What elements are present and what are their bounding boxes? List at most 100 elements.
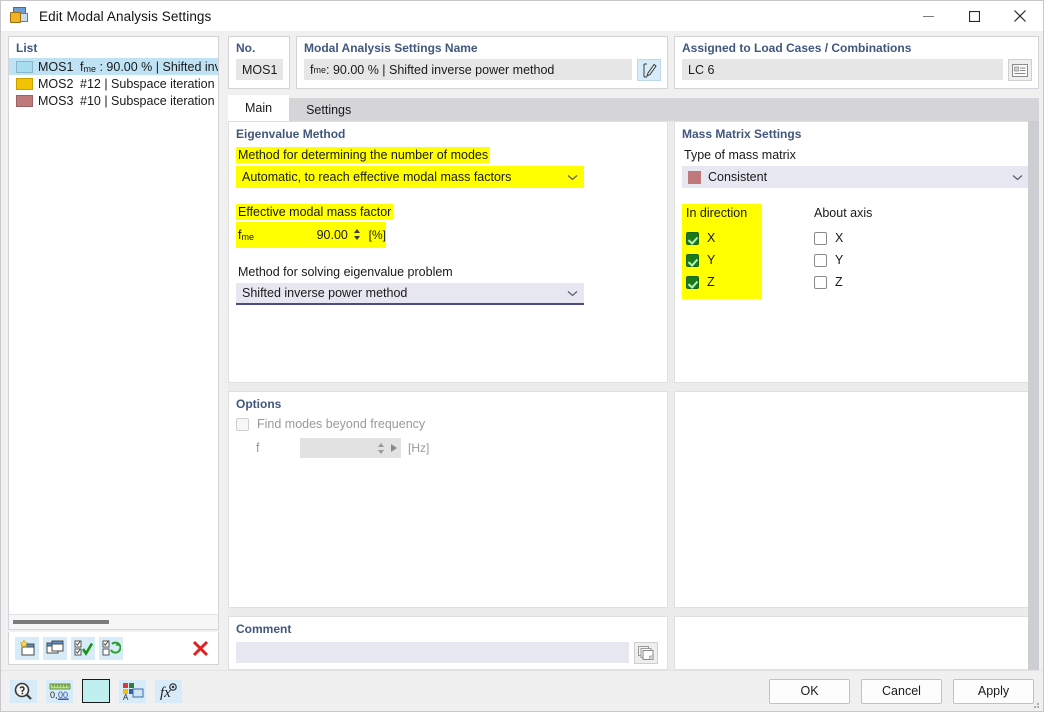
modal-analysis-icon bbox=[10, 6, 32, 26]
axis-z-checkbox[interactable] bbox=[814, 276, 827, 289]
formula-icon[interactable]: fx bbox=[155, 680, 182, 703]
axis-z-row[interactable]: Z bbox=[814, 271, 926, 293]
chevron-down-icon bbox=[1012, 170, 1023, 184]
maximize-icon[interactable] bbox=[951, 1, 997, 32]
comment-input[interactable] bbox=[236, 642, 629, 663]
left-column: List MOS1 fme : 90.00 % | Shifted inver … bbox=[1, 32, 223, 670]
frequency-expand-icon[interactable] bbox=[387, 438, 401, 458]
axis-y-label: Y bbox=[835, 253, 843, 267]
close-icon[interactable] bbox=[997, 1, 1043, 32]
in-direction-group: In direction X Y bbox=[682, 204, 762, 299]
right-empty-panel-2 bbox=[674, 616, 1039, 670]
list-item-id: MOS3 bbox=[38, 94, 80, 108]
fme-symbol: fme bbox=[238, 228, 260, 242]
fme-stepper[interactable] bbox=[352, 224, 363, 245]
list-toolbar bbox=[8, 632, 219, 665]
solve-method-value: Shifted inverse power method bbox=[242, 286, 407, 300]
list-item[interactable]: MOS3 #10 | Subspace iteration bbox=[9, 92, 218, 109]
header-row: No. MOS1 Modal Analysis Settings Name fm… bbox=[228, 36, 1039, 89]
new-item-icon[interactable] bbox=[15, 637, 39, 660]
solve-method-dropdown[interactable]: Shifted inverse power method bbox=[236, 283, 584, 305]
tab-filler bbox=[368, 98, 1039, 121]
direction-y-label: Y bbox=[707, 253, 715, 267]
method-modes-label: Method for determining the number of mod… bbox=[236, 147, 490, 163]
chevron-down-icon bbox=[567, 170, 578, 184]
list-item[interactable]: MOS2 #12 | Subspace iteration bbox=[9, 75, 218, 92]
mass-matrix-panel: Mass Matrix Settings Type of mass matrix… bbox=[674, 121, 1039, 383]
toggle-selection-icon[interactable] bbox=[99, 637, 123, 660]
find-modes-checkbox-row[interactable]: Find modes beyond frequency bbox=[236, 417, 658, 431]
mass-matrix-column: Mass Matrix Settings Type of mass matrix… bbox=[674, 121, 1039, 670]
find-modes-checkbox[interactable] bbox=[236, 418, 249, 431]
axis-y-checkbox[interactable] bbox=[814, 254, 827, 267]
list-item[interactable]: MOS1 fme : 90.00 % | Shifted inver bbox=[9, 58, 218, 75]
settings-name-card: Modal Analysis Settings Name fme : 90.00… bbox=[296, 36, 668, 89]
copy-item-icon[interactable] bbox=[43, 637, 67, 660]
axis-x-row[interactable]: X bbox=[814, 227, 926, 249]
right-empty-panel bbox=[674, 391, 1039, 608]
resize-grip[interactable] bbox=[1030, 699, 1040, 709]
direction-z-row[interactable]: Z bbox=[686, 271, 758, 293]
tab-strip: Main Settings bbox=[228, 95, 1039, 121]
list-panel: List MOS1 fme : 90.00 % | Shifted inver … bbox=[8, 36, 219, 630]
list-rows: MOS1 fme : 90.00 % | Shifted inver MOS2 … bbox=[9, 58, 218, 614]
options-panel: Options Find modes beyond frequency f [H… bbox=[228, 391, 668, 608]
list-item-description: #10 | Subspace iteration bbox=[80, 94, 215, 108]
scrollbar-track bbox=[13, 620, 214, 624]
frequency-label: f bbox=[256, 441, 300, 455]
cancel-button[interactable]: Cancel bbox=[861, 679, 942, 704]
window-controls bbox=[905, 1, 1043, 32]
edit-name-icon[interactable] bbox=[637, 59, 661, 81]
select-all-icon[interactable] bbox=[71, 637, 95, 660]
content-vertical-scrollbar[interactable] bbox=[1028, 121, 1039, 670]
scrollbar-thumb[interactable] bbox=[13, 620, 109, 624]
tab-main[interactable]: Main bbox=[228, 95, 289, 121]
list-item-color-swatch bbox=[16, 78, 33, 90]
help-icon[interactable] bbox=[10, 680, 37, 703]
ok-button[interactable]: OK bbox=[769, 679, 850, 704]
solve-method-label: Method for solving eigenvalue problem bbox=[236, 264, 455, 280]
apply-button[interactable]: Apply bbox=[953, 679, 1034, 704]
bottom-toolbar: 0, 00 A fx bbox=[10, 679, 182, 703]
direction-x-row[interactable]: X bbox=[686, 227, 758, 249]
about-axis-label: About axis bbox=[814, 206, 926, 220]
find-modes-label: Find modes beyond frequency bbox=[257, 417, 425, 431]
direction-z-checkbox[interactable] bbox=[686, 276, 699, 289]
method-modes-dropdown[interactable]: Automatic, to reach effective modal mass… bbox=[236, 166, 584, 188]
comment-title: Comment bbox=[236, 622, 658, 636]
frequency-stepper[interactable] bbox=[374, 438, 387, 458]
options-title: Options bbox=[236, 397, 658, 411]
direction-x-checkbox[interactable] bbox=[686, 232, 699, 245]
svg-text:A: A bbox=[123, 693, 129, 701]
fme-input[interactable]: 90.00 bbox=[260, 224, 352, 245]
list-item-color-swatch bbox=[16, 61, 33, 73]
axis-y-row[interactable]: Y bbox=[814, 249, 926, 271]
assigned-loadcases-card: Assigned to Load Cases / Combinations LC… bbox=[674, 36, 1039, 89]
window-title: Edit Modal Analysis Settings bbox=[39, 9, 211, 24]
select-loadcases-icon[interactable] bbox=[1008, 59, 1032, 81]
frequency-input[interactable] bbox=[300, 438, 374, 458]
assigned-loadcases-label: Assigned to Load Cases / Combinations bbox=[682, 41, 1032, 55]
comment-library-icon[interactable] bbox=[634, 642, 658, 664]
number-label: No. bbox=[236, 41, 283, 55]
mass-matrix-title: Mass Matrix Settings bbox=[682, 127, 1029, 141]
units-decimals-icon[interactable]: 0, 00 bbox=[46, 680, 73, 703]
svg-text:0,: 0, bbox=[50, 690, 58, 700]
display-properties-icon[interactable]: A bbox=[119, 680, 146, 703]
dialog-body: List MOS1 fme : 90.00 % | Shifted inver … bbox=[1, 32, 1043, 670]
color-swatch-button[interactable] bbox=[82, 679, 110, 703]
direction-y-checkbox[interactable] bbox=[686, 254, 699, 267]
mass-type-color-swatch bbox=[688, 171, 701, 184]
tab-settings[interactable]: Settings bbox=[289, 98, 368, 121]
direction-y-row[interactable]: Y bbox=[686, 249, 758, 271]
axis-x-checkbox[interactable] bbox=[814, 232, 827, 245]
title-bar: Edit Modal Analysis Settings bbox=[1, 1, 1043, 32]
axis-z-label: Z bbox=[835, 275, 843, 289]
eigenvalue-method-title: Eigenvalue Method bbox=[236, 127, 658, 141]
delete-item-icon[interactable] bbox=[188, 637, 212, 660]
mass-type-dropdown[interactable]: Consistent bbox=[682, 166, 1029, 188]
list-horizontal-scrollbar[interactable] bbox=[9, 614, 218, 629]
minimize-icon[interactable] bbox=[905, 1, 951, 32]
settings-name-value: fme : 90.00 % | Shifted inverse power me… bbox=[304, 59, 632, 80]
method-modes-value: Automatic, to reach effective modal mass… bbox=[242, 170, 511, 184]
